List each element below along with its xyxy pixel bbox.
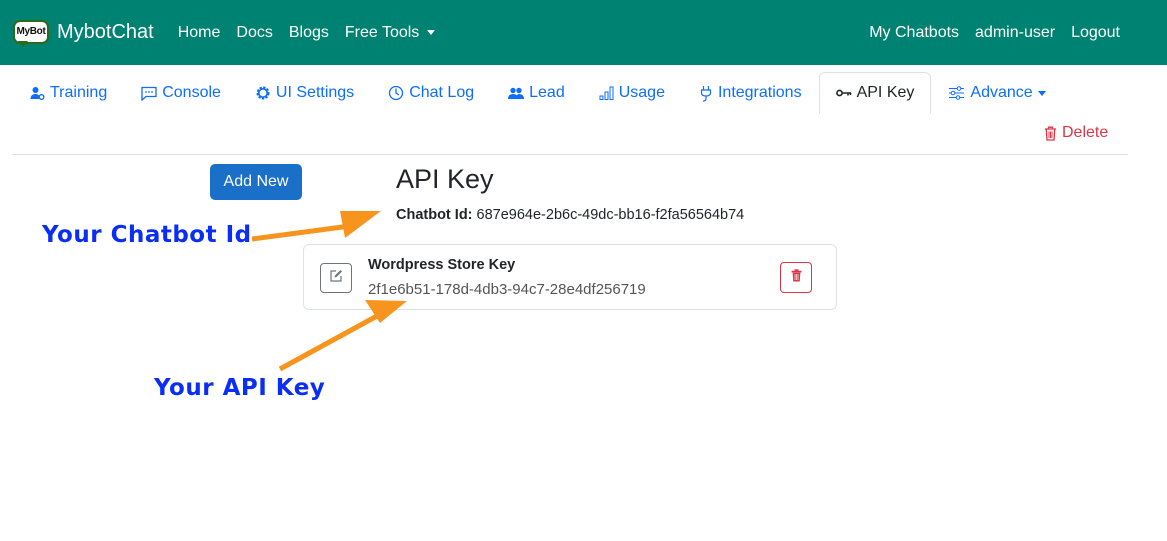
nav-user-label: admin-user [975,23,1056,41]
trash-icon [791,268,802,287]
tab-console-label: Console [162,84,221,101]
tab-integrations-label: Integrations [717,84,802,101]
tab-lead-label: Lead [529,84,565,101]
top-navbar: MyBot MybotChat Home Docs Blogs Free Too… [0,0,1167,65]
add-new-key-button[interactable]: Add New [210,164,302,200]
tab-lead[interactable]: Lead [491,72,582,114]
pencil-square-icon [329,269,343,287]
delete-key-button[interactable] [780,262,812,293]
gear-icon [255,85,271,101]
tab-chat-log[interactable]: Chat Log [371,72,491,114]
caret-down-icon [427,30,436,35]
tab-ui-settings[interactable]: UI Settings [238,72,371,114]
tab-console[interactable]: Console [124,72,238,114]
api-key-callout: Your API Key [154,375,326,401]
tab-advance-dropdown[interactable]: Advance [931,72,1062,114]
caret-down-icon [1037,90,1046,96]
logo-bubble-tail [18,40,28,47]
people-icon [508,87,525,100]
section-divider [12,154,1128,155]
brand[interactable]: MyBot MybotChat [13,18,154,48]
tab-usage[interactable]: Usage [582,72,682,114]
chatbot-id-callout: Your Chatbot Id [42,222,252,248]
tab-api-key[interactable]: API Key [818,72,932,114]
nav-my-chatbots-label: My Chatbots [869,23,960,41]
nav-logout-label: Logout [1071,23,1120,41]
delete-label: Delete [1062,124,1109,141]
nav-home-label: Home [177,23,221,41]
brand-name[interactable]: MybotChat [57,21,154,44]
brand-logo: MyBot [13,18,49,48]
tab-ui-settings-label: UI Settings [275,84,355,101]
nav-home[interactable]: Home [170,24,229,42]
sliders-icon [948,86,965,100]
trash-icon [1044,126,1057,141]
delete-chatbot-link[interactable]: Delete [1044,124,1108,142]
nav-free-tools-dropdown[interactable]: Free Tools [337,24,443,42]
clock-icon [388,85,404,101]
tab-advance-label: Advance [970,84,1033,101]
user-nav: My Chatbots admin-user Logout [861,24,1128,42]
nav-free-tools-label: Free Tools [344,23,420,41]
main-nav: Home Docs Blogs Free Tools [170,24,444,42]
plug-icon [699,85,713,102]
page-title: API Key [396,164,494,194]
chatbot-tabs: Training Console UI Settings Chat Log Le… [13,72,1063,114]
api-key-card: Wordpress Store Key 2f1e6b51-178d-4db3-9… [303,244,837,310]
arrow-to-chatbot-id [251,211,381,242]
user-gear-icon [30,86,45,100]
arrow-to-api-key [278,300,407,372]
tab-training[interactable]: Training [13,72,124,114]
chatbot-id-row: Chatbot Id: 687e964e-2b6c-49dc-bb16-f2fa… [396,207,744,223]
chatbot-id-label: Chatbot Id: [396,207,473,223]
nav-logout[interactable]: Logout [1063,24,1128,42]
key-value: 2f1e6b51-178d-4db3-94c7-28e4df256719 [368,281,646,298]
tab-api-key-label: API Key [856,84,915,101]
nav-docs[interactable]: Docs [228,24,280,42]
bar-chart-icon [599,86,614,100]
tab-chat-log-label: Chat Log [409,84,475,101]
chatbot-id-value: 687e964e-2b6c-49dc-bb16-f2fa56564b74 [476,207,745,223]
tab-training-label: Training [50,84,108,101]
nav-docs-label: Docs [236,23,273,41]
edit-key-button[interactable] [320,263,352,293]
nav-user[interactable]: admin-user [967,24,1063,42]
key-name: Wordpress Store Key [368,257,516,273]
nav-blogs[interactable]: Blogs [281,24,337,42]
nav-my-chatbots[interactable]: My Chatbots [861,24,967,42]
nav-blogs-label: Blogs [288,23,329,41]
tab-usage-label: Usage [618,84,665,101]
chat-dots-icon [141,86,157,101]
tab-integrations[interactable]: Integrations [682,72,819,114]
key-icon [835,89,852,97]
